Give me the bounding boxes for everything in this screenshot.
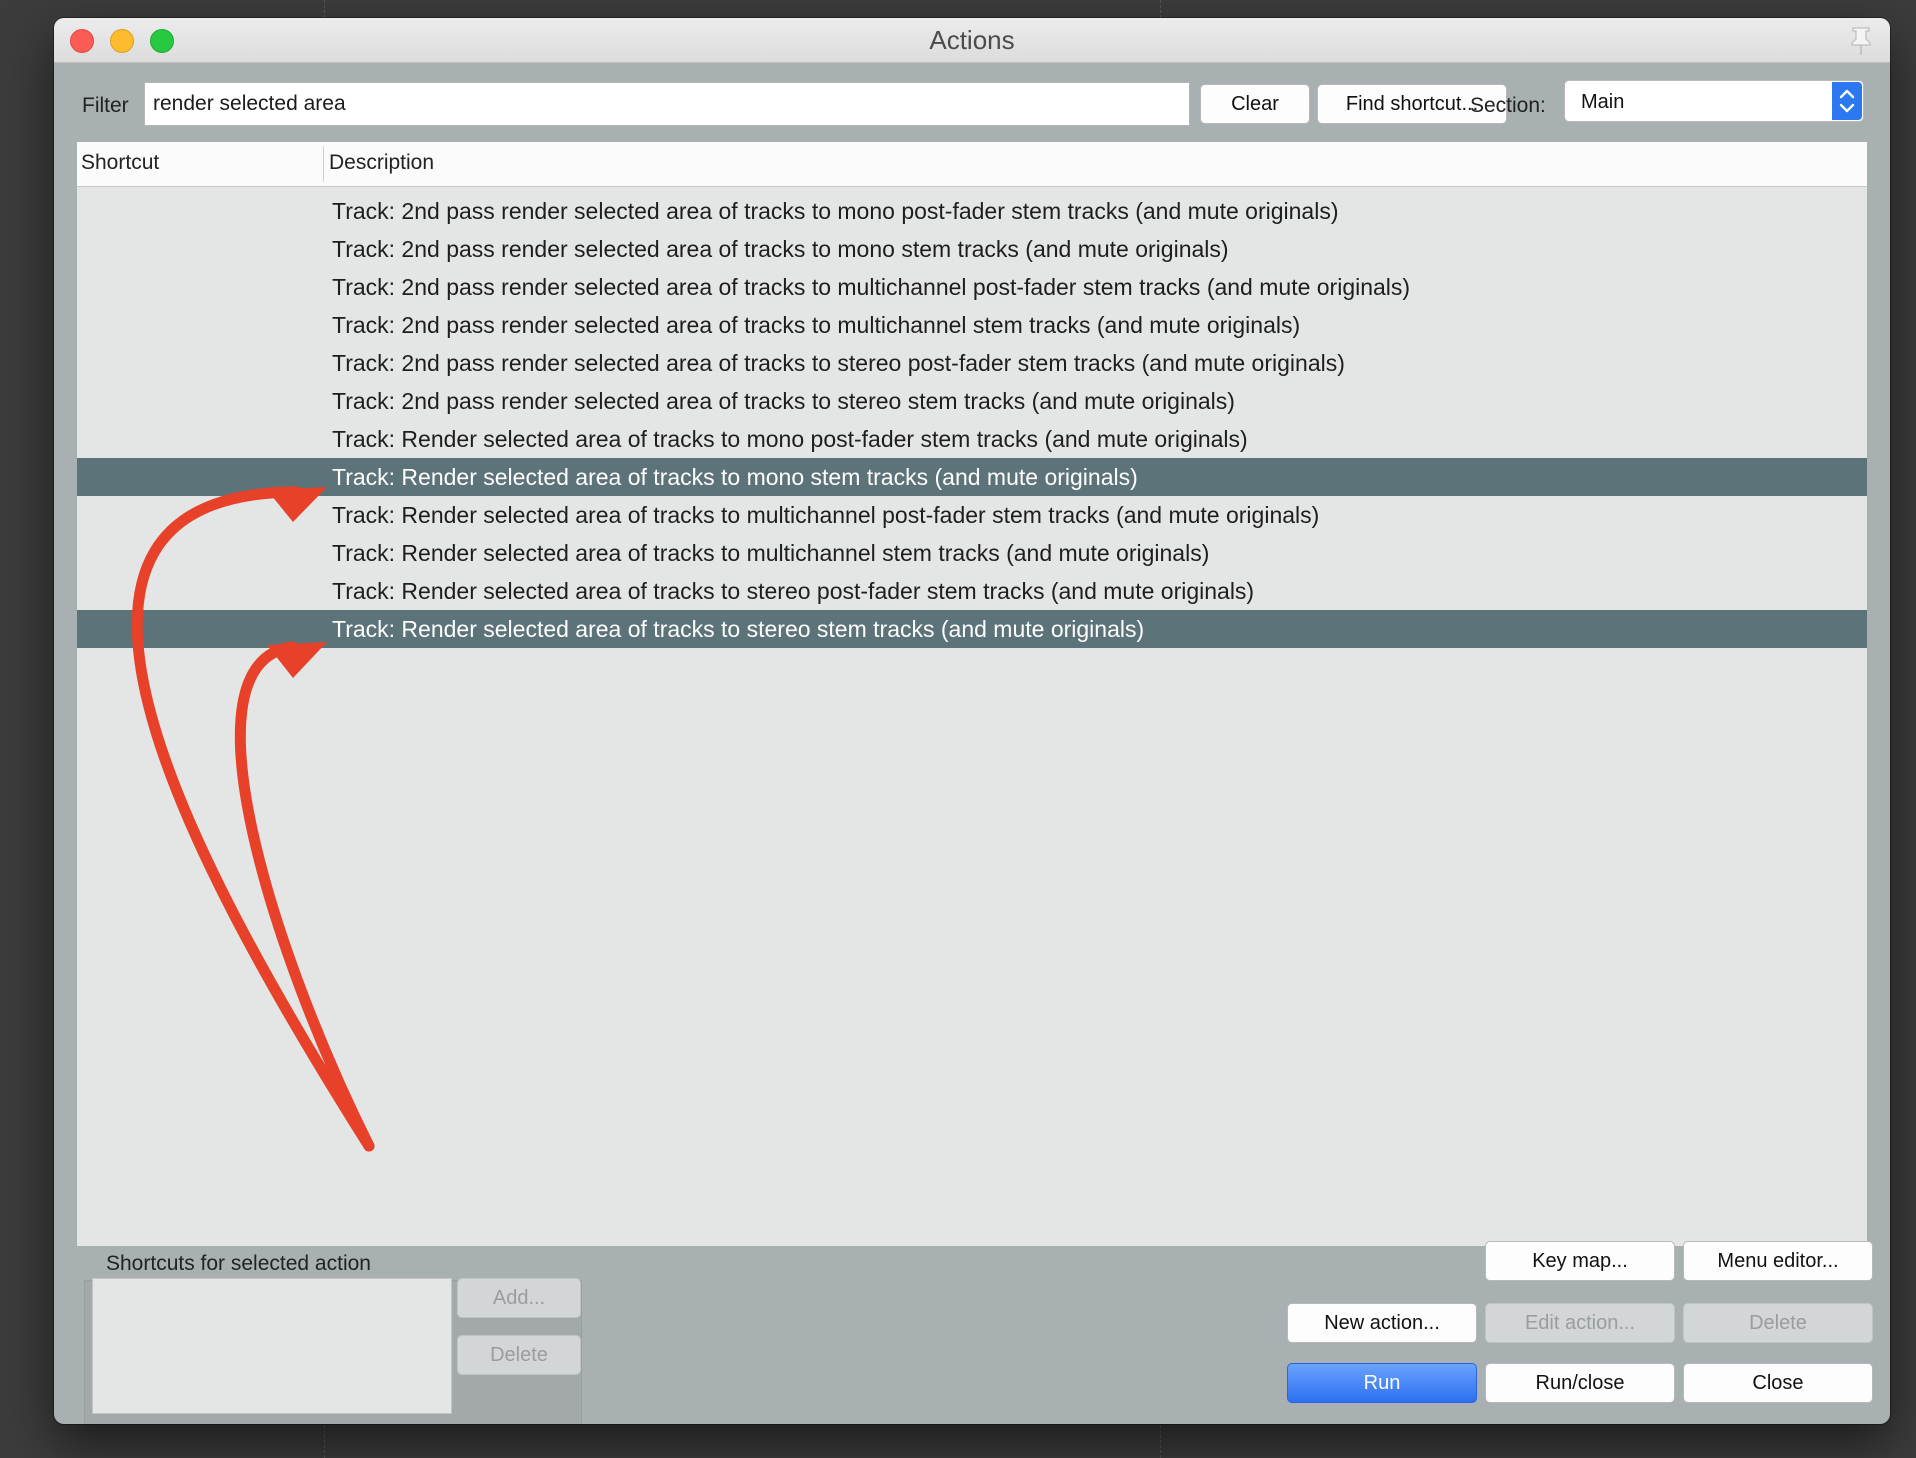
table-row[interactable]: Track: Render selected area of tracks to… [77, 458, 1867, 496]
row-description: Track: Render selected area of tracks to… [332, 616, 1145, 642]
table-row[interactable]: Track: Render selected area of tracks to… [77, 420, 1867, 458]
column-header-description[interactable]: Description [329, 151, 434, 175]
column-header-shortcut[interactable]: Shortcut [81, 151, 159, 175]
row-description: Track: 2nd pass render selected area of … [332, 350, 1345, 376]
pin-icon[interactable] [1844, 24, 1878, 58]
table-row[interactable]: Track: 2nd pass render selected area of … [77, 306, 1867, 344]
table-row[interactable]: Track: 2nd pass render selected area of … [77, 344, 1867, 382]
row-description: Track: 2nd pass render selected area of … [332, 198, 1339, 224]
window-title: Actions [929, 25, 1015, 55]
close-button[interactable]: Close [1683, 1363, 1873, 1403]
column-divider[interactable] [323, 146, 324, 182]
table-header: Shortcut Description [77, 142, 1867, 187]
table-row[interactable]: Track: 2nd pass render selected area of … [77, 382, 1867, 420]
chevron-updown-icon [1832, 82, 1862, 120]
clear-button[interactable]: Clear [1200, 84, 1310, 124]
shortcuts-label: Shortcuts for selected action [106, 1252, 371, 1275]
row-description: Track: Render selected area of tracks to… [332, 578, 1255, 604]
section-label: Section: [1470, 94, 1546, 117]
section-select[interactable]: Main [1564, 80, 1864, 122]
delete-action-button[interactable]: Delete [1683, 1303, 1873, 1343]
row-description: Track: 2nd pass render selected area of … [332, 388, 1235, 414]
table-row[interactable]: Track: Render selected area of tracks to… [77, 496, 1867, 534]
run-button[interactable]: Run [1287, 1363, 1477, 1403]
row-description: Track: Render selected area of tracks to… [332, 426, 1248, 452]
row-description: Track: 2nd pass render selected area of … [332, 274, 1411, 300]
row-description: Track: Render selected area of tracks to… [332, 540, 1210, 566]
row-description: Track: Render selected area of tracks to… [332, 502, 1320, 528]
actions-window: Actions Filter Clear Find shortcut... Se… [54, 18, 1890, 1424]
table-body: Track: 2nd pass render selected area of … [77, 192, 1867, 648]
row-description: Track: 2nd pass render selected area of … [332, 236, 1229, 262]
table-row[interactable]: Track: 2nd pass render selected area of … [77, 230, 1867, 268]
menu-editor-button[interactable]: Menu editor... [1683, 1241, 1873, 1281]
table-row[interactable]: Track: 2nd pass render selected area of … [77, 192, 1867, 230]
run-close-button[interactable]: Run/close [1485, 1363, 1675, 1403]
table-row[interactable]: Track: Render selected area of tracks to… [77, 534, 1867, 572]
annotation-arrow-curve [234, 641, 375, 1152]
section-select-value: Main [1581, 91, 1625, 113]
row-description: Track: 2nd pass render selected area of … [332, 312, 1301, 338]
row-description: Track: Render selected area of tracks to… [332, 464, 1138, 490]
filter-label: Filter [82, 94, 129, 117]
table-row[interactable]: Track: Render selected area of tracks to… [77, 610, 1867, 648]
title-bar[interactable]: Actions [54, 18, 1890, 63]
key-map-button[interactable]: Key map... [1485, 1241, 1675, 1281]
shortcuts-list[interactable] [92, 1278, 452, 1414]
edit-action-button[interactable]: Edit action... [1485, 1303, 1675, 1343]
table-row[interactable]: Track: Render selected area of tracks to… [77, 572, 1867, 610]
table-row[interactable]: Track: 2nd pass render selected area of … [77, 268, 1867, 306]
new-action-button[interactable]: New action... [1287, 1303, 1477, 1343]
delete-shortcut-button[interactable]: Delete [457, 1335, 581, 1375]
actions-table[interactable]: Shortcut Description Track: 2nd pass ren… [77, 142, 1867, 1246]
add-shortcut-button[interactable]: Add... [457, 1278, 581, 1318]
filter-input[interactable] [144, 82, 1190, 126]
